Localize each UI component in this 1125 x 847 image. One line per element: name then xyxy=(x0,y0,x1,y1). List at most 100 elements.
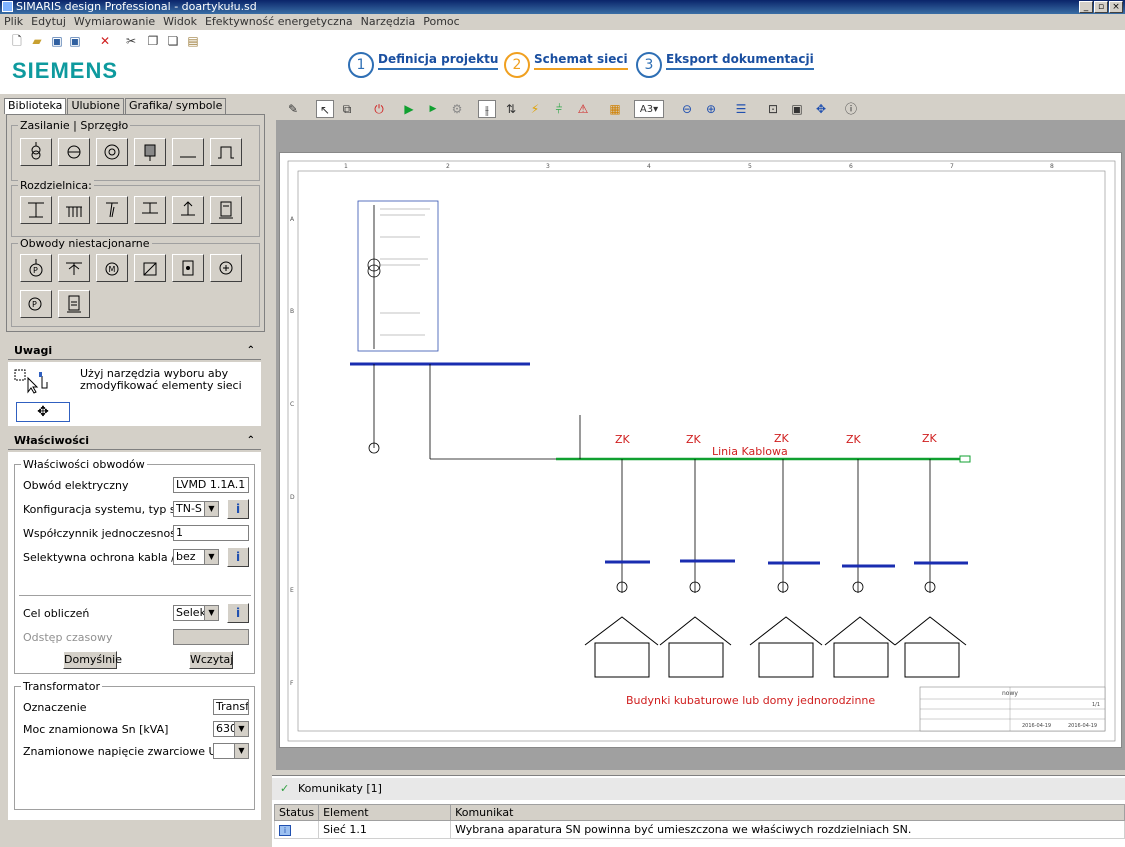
tab-favorites[interactable]: Ulubione xyxy=(67,98,125,114)
circuit-input[interactable]: LVMD 1.1A.1 xyxy=(173,477,249,493)
multi-feeder-icon[interactable] xyxy=(58,196,90,224)
distribution-feeder-icon[interactable] xyxy=(20,196,52,224)
calc-info-button[interactable]: i xyxy=(227,603,249,623)
collapse-chevron-icon[interactable]: ⌃ xyxy=(247,432,255,450)
collapse-chevron-icon[interactable]: ⌃ xyxy=(247,342,255,360)
page-format-select[interactable]: A3▾ xyxy=(634,100,664,118)
warning-icon[interactable]: ⚠ xyxy=(574,100,592,118)
busbar-line-icon[interactable] xyxy=(172,138,204,166)
cut-icon[interactable]: ✂ xyxy=(124,34,138,48)
align-icon[interactable]: ☰ xyxy=(732,100,750,118)
fit-to-window-icon[interactable]: ✥ xyxy=(812,100,830,118)
chevron-down-icon[interactable]: ▼ xyxy=(234,722,248,736)
menu-dimensioning[interactable]: Wymiarowanie xyxy=(70,14,159,30)
selectivity-icon[interactable]: ⫩ xyxy=(550,100,568,118)
step-project-definition[interactable]: 1 Definicja projektu xyxy=(348,50,499,80)
maximize-button[interactable]: ▫ xyxy=(1094,1,1108,13)
properties-header[interactable]: Właściwości ⌃ xyxy=(8,432,261,450)
move-tool-icon[interactable]: ✥ xyxy=(16,402,70,422)
pin-icon[interactable]: ✎ xyxy=(284,100,302,118)
chevron-down-icon[interactable]: ▼ xyxy=(204,606,218,620)
generator-symbol-icon[interactable] xyxy=(96,138,128,166)
generator-transformer-icon[interactable] xyxy=(58,138,90,166)
zoom-area-icon[interactable]: ⊡ xyxy=(764,100,782,118)
switch-tool-icon[interactable]: ⫲ xyxy=(478,100,496,118)
zoom-select-icon[interactable]: ⧉ xyxy=(338,100,356,118)
outgoing-feeder-icon[interactable] xyxy=(172,196,204,224)
transformer-symbol-icon[interactable] xyxy=(20,138,52,166)
flow-direction-icon[interactable]: ⇅ xyxy=(502,100,520,118)
system-config-select[interactable]: TN-S ▼ xyxy=(173,501,219,517)
info-icon[interactable]: ⓘ xyxy=(842,100,860,118)
new-file-icon[interactable]: 🗋 xyxy=(10,34,24,48)
motor-circuit-icon[interactable]: M xyxy=(96,254,128,282)
load-circuit-icon[interactable] xyxy=(134,254,166,282)
minimize-button[interactable]: _ xyxy=(1079,1,1093,13)
network-diagram-svg: 1 2 3 4 5 6 7 8 A B C D E F ZK ZK ZK ZK … xyxy=(287,160,1116,742)
ukr-select[interactable]: ▼ xyxy=(213,743,249,759)
column-status[interactable]: Status xyxy=(273,804,320,821)
system-info-button[interactable]: i xyxy=(227,499,249,519)
step-export-documentation[interactable]: 3 Eksport dokumentacji xyxy=(636,50,814,80)
save-as-icon[interactable]: ▣ xyxy=(68,34,82,48)
socket-circuit-icon[interactable] xyxy=(172,254,204,282)
selective-protection-select[interactable]: bez ▼ xyxy=(173,549,219,565)
paste-icon[interactable]: ▤ xyxy=(186,34,200,48)
step-network-diagram[interactable]: 2 Schemat sieci xyxy=(504,50,628,80)
simultaneity-input[interactable]: 1 xyxy=(173,525,249,541)
selective-info-button[interactable]: i xyxy=(227,547,249,567)
chevron-down-icon[interactable]: ▼ xyxy=(234,744,248,758)
close-window-button[interactable]: × xyxy=(1109,1,1123,13)
run-calculation-icon[interactable]: ▶ xyxy=(400,100,418,118)
tab-library[interactable]: Biblioteka xyxy=(4,98,67,114)
chevron-down-icon[interactable]: ▼ xyxy=(204,502,218,516)
grid-col-label: 6 xyxy=(849,163,853,170)
heater-circuit-icon[interactable] xyxy=(210,254,242,282)
zoom-in-icon[interactable]: ⊕ xyxy=(702,100,720,118)
distribution-busbar-icon[interactable] xyxy=(134,196,166,224)
delete-icon[interactable]: ✕ xyxy=(98,34,112,48)
consumer-circuit-icon[interactable] xyxy=(58,254,90,282)
menu-view[interactable]: Widok xyxy=(159,14,201,30)
menu-energy-efficiency[interactable]: Efektywność energetyczna xyxy=(201,14,357,30)
select-pointer-icon[interactable]: ↖ xyxy=(316,100,334,118)
pump-variant-icon[interactable]: P xyxy=(20,290,52,318)
diagram-sheet[interactable]: 1 2 3 4 5 6 7 8 A B C D E F ZK ZK ZK ZK … xyxy=(279,152,1122,748)
power-off-icon[interactable]: ⏻ xyxy=(370,100,388,118)
zoom-page-icon[interactable]: ▣ xyxy=(788,100,806,118)
chevron-down-icon[interactable]: ▼ xyxy=(204,550,218,564)
menu-file[interactable]: Plik xyxy=(0,14,27,30)
notes-header[interactable]: Uwagi ⌃ xyxy=(8,342,261,360)
calc-goal-select[interactable]: Selekty ▼ xyxy=(173,605,219,621)
supply-box-icon[interactable] xyxy=(134,138,166,166)
messages-header[interactable]: ✓ Komunikaty [1] xyxy=(272,778,1125,800)
pump-circuit-icon[interactable]: P xyxy=(20,254,52,282)
cabinet-icon[interactable] xyxy=(210,196,242,224)
default-button[interactable]: Domyślnie xyxy=(63,651,122,669)
tab-graphics-symbols[interactable]: Grafika/ symbole xyxy=(125,98,227,114)
open-folder-icon[interactable]: ▰ xyxy=(30,34,44,48)
grid-icon[interactable]: ▦ xyxy=(606,100,624,118)
capacitor-circuit-icon[interactable] xyxy=(58,290,90,318)
paste-special-icon[interactable]: ❏ xyxy=(166,34,180,48)
table-row[interactable]: i Sieć 1.1 Wybrana aparatura SN powinna … xyxy=(273,820,1125,839)
load-button[interactable]: Wczytaj xyxy=(189,651,233,669)
save-icon[interactable]: ▣ xyxy=(50,34,64,48)
designation-input[interactable]: Transfo xyxy=(213,699,249,715)
zoom-out-icon[interactable]: ⊖ xyxy=(678,100,696,118)
column-message[interactable]: Komunikat xyxy=(450,804,1125,821)
step-calculation-icon[interactable]: ▶ xyxy=(424,100,442,118)
short-circuit-icon[interactable]: ⚡ xyxy=(526,100,544,118)
rated-power-select[interactable]: 630 ▼ xyxy=(213,721,249,737)
network-check-icon[interactable]: ⚙ xyxy=(448,100,466,118)
menu-tools[interactable]: Narzędzia xyxy=(357,14,420,30)
switch-feeder-icon[interactable] xyxy=(96,196,128,224)
column-element[interactable]: Element xyxy=(318,804,452,821)
menu-edit[interactable]: Edytuj xyxy=(27,14,70,30)
designation-label: Oznaczenie xyxy=(23,701,87,714)
menu-help[interactable]: Pomoc xyxy=(419,14,463,30)
distribution-group: Rozdzielnica: xyxy=(11,179,260,237)
coupler-icon[interactable] xyxy=(210,138,242,166)
title-block-date: 2016-04-19 xyxy=(1068,723,1097,729)
copy-icon[interactable]: ❐ xyxy=(146,34,160,48)
